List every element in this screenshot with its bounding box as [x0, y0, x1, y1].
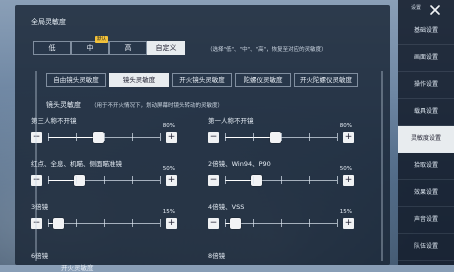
slider-tick [48, 176, 49, 184]
slider-value: 50% [339, 166, 352, 172]
slider-label: 2倍镜、Win94、P90 [208, 160, 271, 168]
slider-tick [309, 133, 310, 141]
slider-label: 红点、全息、机瞄、侧面瞄准镜 [31, 160, 122, 168]
slider-tick [76, 219, 77, 227]
slider-tick [76, 133, 77, 141]
decrease-button[interactable]: − [208, 218, 219, 229]
sidebar-item-controls[interactable]: 操作设置 [398, 72, 454, 99]
slider-tick [253, 176, 254, 184]
slider-tick [48, 219, 49, 227]
slider-label-6x: 6倍镜 [31, 252, 49, 260]
tab-fire-camera[interactable]: 开火镜头灵敏度 [172, 73, 232, 87]
increase-button[interactable]: + [343, 132, 354, 143]
settings-sidebar: 设置 基础设置 画面设置 操作设置 载具设置 灵敏度设置 拾取设置 效果设置 声… [398, 0, 454, 265]
scrollbar[interactable] [381, 71, 383, 261]
default-badge: 默认 [95, 36, 108, 43]
slider-label-8x: 8倍镜 [208, 252, 226, 260]
increase-button[interactable]: + [166, 132, 177, 143]
sidebar-item-sound[interactable]: 声音设置 [398, 207, 454, 234]
sensitivity-panel: 全局灵敏度 低 默认 中 高 自定义 （选择"低"、"中"、"高"，恢复至对应的… [15, 5, 390, 272]
slider-ticks [225, 133, 338, 141]
slider-ticks [225, 219, 338, 227]
slider-value: 15% [339, 209, 352, 215]
slider-tick [337, 176, 338, 184]
sidebar-item-pickup[interactable]: 拾取设置 [398, 153, 454, 180]
close-icon[interactable] [428, 2, 442, 16]
preset-custom-button[interactable]: 自定义 [147, 41, 185, 55]
increase-button[interactable]: + [343, 218, 354, 229]
slider-tick [104, 133, 105, 141]
slider-tick [132, 133, 133, 141]
slider-tick [225, 133, 226, 141]
slider-2x-scope: 2倍镜、Win94、P90 50% − + [208, 158, 354, 198]
slider-tick [225, 219, 226, 227]
slider-tick [132, 176, 133, 184]
sidebar-item-vehicle[interactable]: 载具设置 [398, 99, 454, 126]
slider-ticks [225, 176, 338, 184]
preset-selector: 低 默认 中 高 自定义 [33, 36, 185, 55]
slider-first-person: 第一人称不开镜 80% − + [208, 115, 354, 155]
slider-tick [337, 133, 338, 141]
sidebar-item-graphics[interactable]: 画面设置 [398, 45, 454, 72]
slider-tick [281, 133, 282, 141]
decrease-button[interactable]: − [208, 132, 219, 143]
slider-third-person: 第三人称不开镜 80% − + [31, 115, 177, 155]
section-title: 镜头灵敏度 [46, 101, 81, 109]
preset-high-button[interactable]: 高 [109, 41, 147, 55]
slider-tick [160, 133, 161, 141]
global-sensitivity-title: 全局灵敏度 [31, 18, 66, 26]
slider-tick [337, 219, 338, 227]
slider-ticks [48, 219, 161, 227]
tab-gyroscope[interactable]: 陀螺仪灵敏度 [235, 73, 291, 87]
slider-tick [160, 176, 161, 184]
slider-tick [309, 219, 310, 227]
decrease-button[interactable]: − [208, 175, 219, 186]
slider-3x-scope: 3倍镜 15% − + [31, 201, 177, 241]
slider-4x-scope: 4倍镜、VSS 15% − + [208, 201, 354, 241]
slider-ticks [48, 176, 161, 184]
tab-camera[interactable]: 镜头灵敏度 [109, 73, 169, 87]
slider-tick [132, 219, 133, 227]
preset-low-button[interactable]: 低 [33, 41, 71, 55]
sidebar-item-sensitivity[interactable]: 灵敏度设置 [398, 126, 454, 153]
sensitivity-tabs: 自由镜头灵敏度 镜头灵敏度 开火镜头灵敏度 陀螺仪灵敏度 开火陀螺仪灵敏度 [46, 73, 358, 87]
increase-button[interactable]: + [343, 175, 354, 186]
slider-tick [281, 176, 282, 184]
slider-red-dot: 红点、全息、机瞄、侧面瞄准镜 50% − + [31, 158, 177, 198]
preset-medium-button[interactable]: 默认 中 [71, 36, 109, 55]
slider-label: 4倍镜、VSS [208, 203, 245, 211]
slider-tick [160, 219, 161, 227]
slider-label: 第一人称不开镜 [208, 117, 254, 125]
tab-fire-gyroscope[interactable]: 开火陀螺仪灵敏度 [294, 73, 358, 87]
sidebar-title: 设置 [411, 5, 422, 11]
tab-free-camera[interactable]: 自由镜头灵敏度 [46, 73, 106, 87]
section-note: （用于不开火情况下，划动屏幕时镜头转动的灵敏度） [91, 103, 224, 109]
sidebar-header: 设置 [398, 0, 454, 18]
slider-tick [225, 176, 226, 184]
sidebar-item-team[interactable]: 队伍设置 [398, 234, 454, 261]
slider-tick [281, 219, 282, 227]
slider-tick [48, 133, 49, 141]
left-divider [35, 71, 37, 261]
increase-button[interactable]: + [166, 175, 177, 186]
slider-value: 50% [162, 166, 175, 172]
sidebar-item-effects[interactable]: 效果设置 [398, 180, 454, 207]
slider-tick [104, 219, 105, 227]
preset-hint: （选择"低"、"中"、"高"，恢复至对应的灵敏度） [207, 47, 327, 53]
slider-tick [253, 133, 254, 141]
slider-tick [104, 176, 105, 184]
slider-tick [253, 219, 254, 227]
slider-value: 15% [162, 209, 175, 215]
slider-label: 3倍镜 [31, 203, 49, 211]
sidebar-item-basic[interactable]: 基础设置 [398, 18, 454, 45]
slider-label: 第三人称不开镜 [31, 117, 77, 125]
fire-sensitivity-heading: 开火灵敏度 [61, 264, 94, 272]
increase-button[interactable]: + [166, 218, 177, 229]
slider-tick [76, 176, 77, 184]
slider-value: 80% [162, 123, 175, 129]
slider-tick [309, 176, 310, 184]
slider-ticks [48, 133, 161, 141]
slider-value: 80% [339, 123, 352, 129]
